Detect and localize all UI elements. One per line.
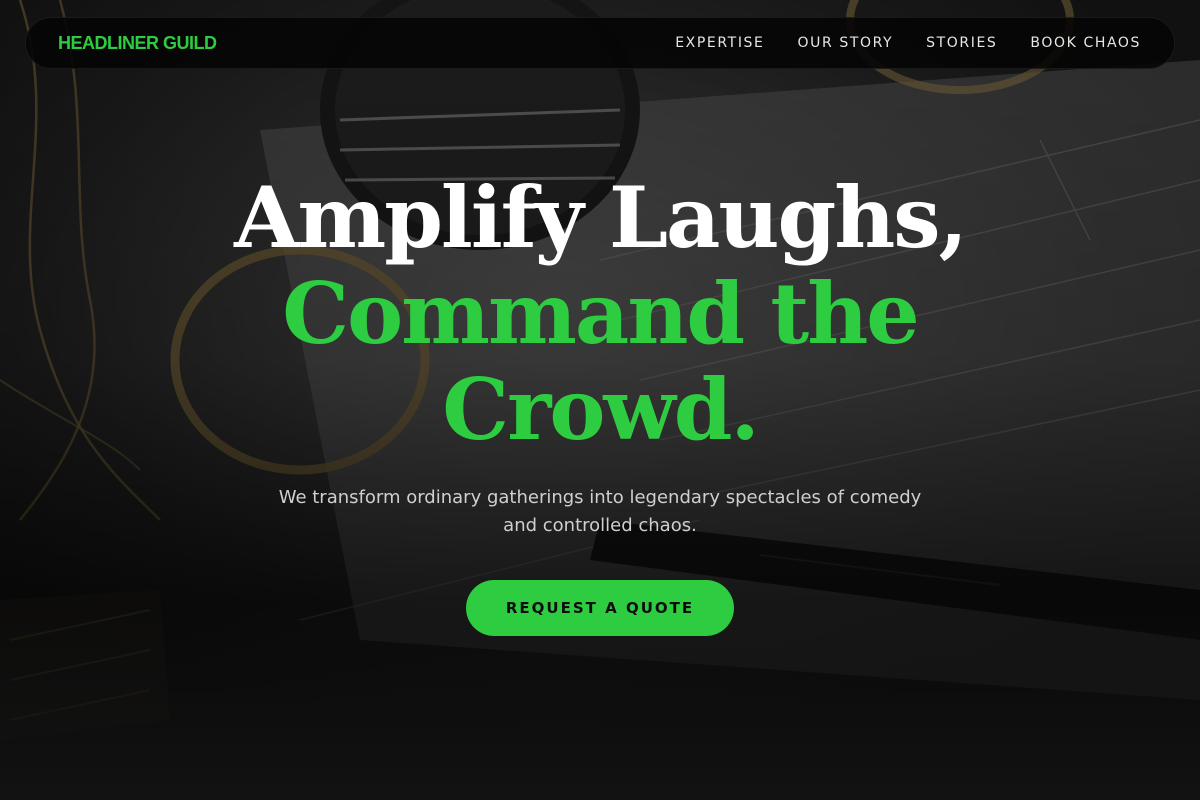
nav-link-expertise[interactable]: EXPERTISE [675,35,764,51]
nav-link-stories[interactable]: STORIES [926,35,997,51]
headline-line-3: Crowd. [442,360,759,459]
top-navbar: HEADLINER GUILD EXPERTISE OUR STORY STOR… [25,17,1175,69]
headline-line-1: Amplify Laughs, [234,168,968,267]
nav-link-book-chaos[interactable]: BOOK CHAOS [1030,35,1141,51]
brand-logo-link[interactable]: HEADLINER GUILD [58,33,217,54]
hero-subtext: We transform ordinary gatherings into le… [278,487,922,536]
headline-line-2: Command the [282,264,919,363]
hero-section: Amplify Laughs, Command the Crowd. We tr… [0,170,1200,636]
nav-links: EXPERTISE OUR STORY STORIES BOOK CHAOS [675,35,1141,51]
request-quote-button[interactable]: REQUEST A QUOTE [465,580,735,636]
nav-link-our-story[interactable]: OUR STORY [797,35,893,51]
hero-headline: Amplify Laughs, Command the Crowd. [0,170,1200,458]
